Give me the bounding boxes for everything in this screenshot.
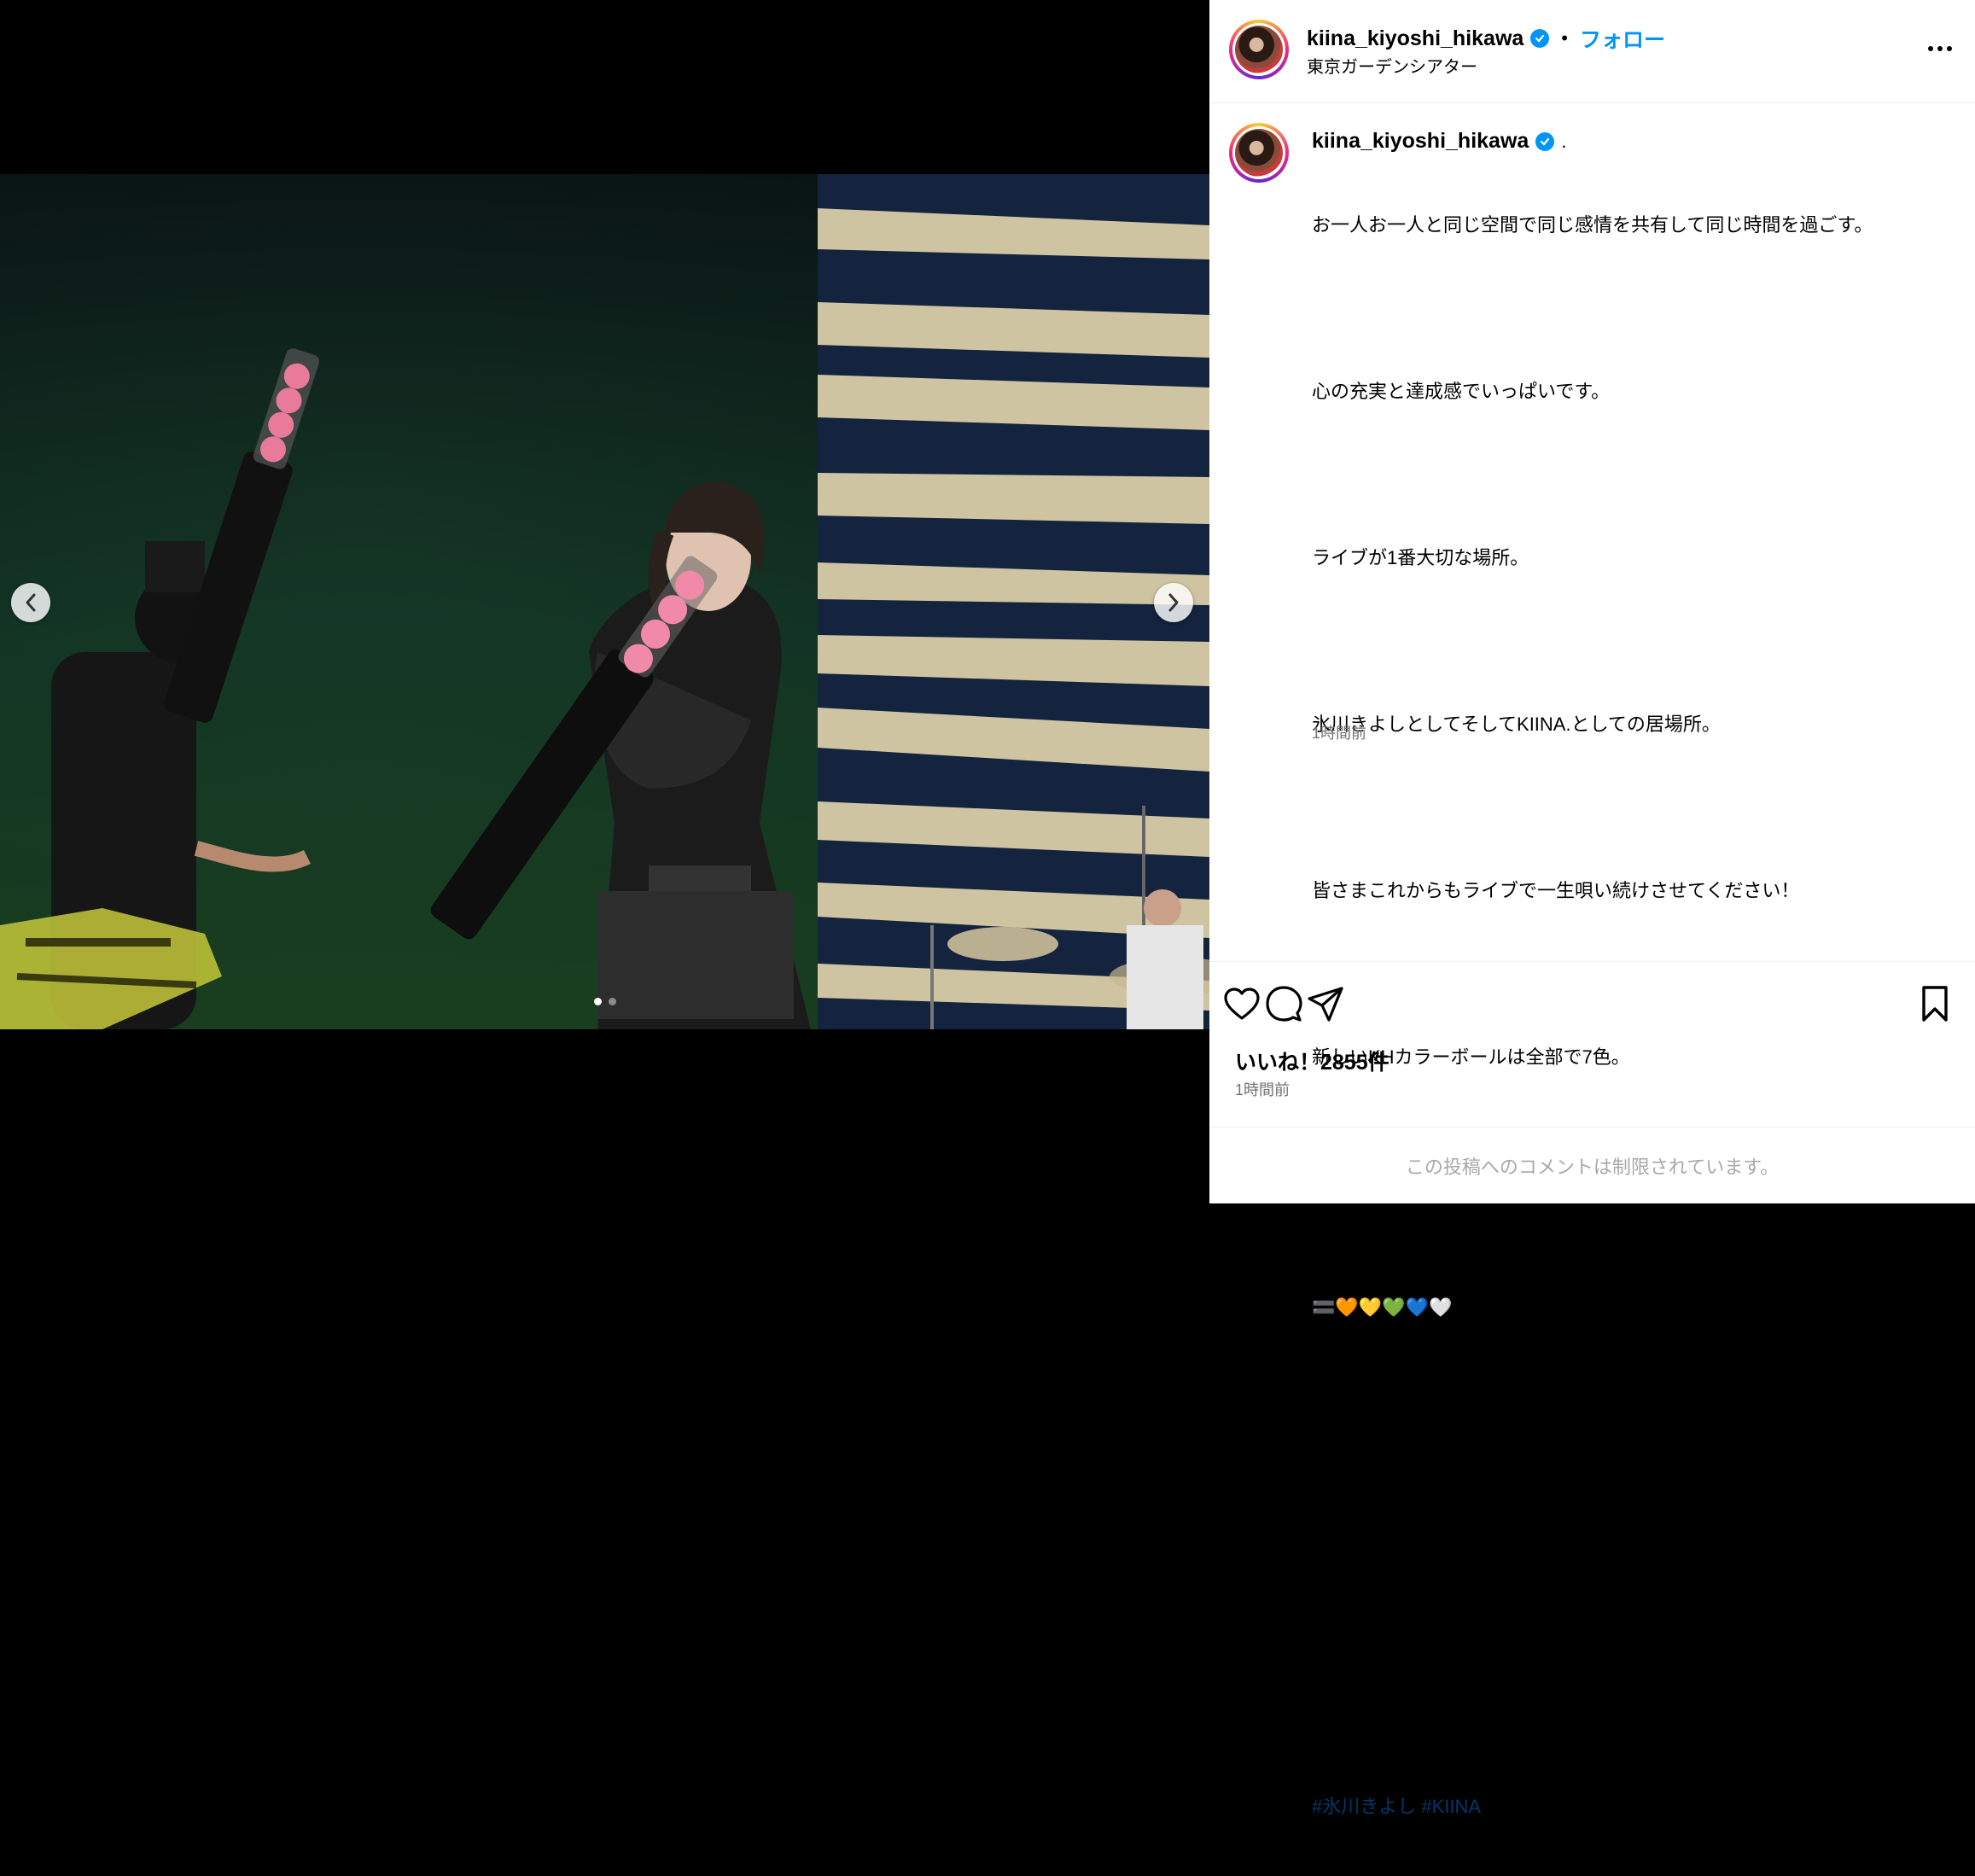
caption-username-link[interactable]: kiina_kiyoshi_hikawa [1312,129,1529,154]
save-button[interactable] [1914,983,1955,1024]
caption-line: 心の充実と達成感でいっぱいです。 [1312,381,1611,402]
comments-restricted-notice: この投稿へのコメントは制限されています。 [1209,1127,1975,1204]
post-media [0,0,1209,1203]
heart-icon [1224,988,1260,1020]
caption-emoji-line: 🟰🧡💛💚💙🤍 [1312,1296,1453,1318]
chevron-right-icon [1168,593,1179,612]
post-header: kiina_kiyoshi_hikawa • フォロー 東京ガーデンシアター [1209,0,1975,103]
carousel-indicator [0,998,1209,1005]
avatar-image [1235,26,1283,73]
action-bar: いいね！2855件 1時間前 [1209,961,1975,1127]
carousel-prev-button[interactable] [11,583,50,622]
bookmark-icon [1922,986,1948,1022]
more-options-button[interactable] [1923,36,1957,61]
concert-photo [0,174,1209,1029]
caption-avatar[interactable] [1229,123,1289,183]
caption-line: 次は明治座で飛ばすかもです！❤ [1312,1213,1590,1234]
more-horizontal-icon [1928,46,1933,51]
caption-line: KIINA. [1312,1462,1366,1484]
comment-button[interactable] [1263,983,1304,1024]
post-side-panel: kiina_kiyoshi_hikawa • フォロー 東京ガーデンシアター k… [1209,0,1975,1817]
caption-user-line: kiina_kiyoshi_hikawa . [1312,129,1566,154]
follow-button[interactable]: フォロー [1580,23,1665,54]
verified-badge-icon [1535,131,1555,151]
caption-line: お一人お一人と同じ空間で同じ感情を共有して同じ時間を過ごす。 [1312,214,1873,236]
carousel-dot [608,998,616,1005]
carousel-next-button[interactable] [1154,583,1193,622]
caption-section: kiina_kiyoshi_hikawa . お一人お一人と同じ空間で同じ感情を… [1209,103,1975,1817]
verified-badge-icon [1530,29,1550,48]
chevron-left-icon [26,593,36,612]
header-user-line: kiina_kiyoshi_hikawa • フォロー [1307,23,1665,54]
caption-timestamp: 1時間前 [1312,725,1367,742]
hashtag-link[interactable]: #氷川きよし [1312,1796,1416,1817]
comment-bubble-icon [1266,986,1302,1022]
like-count[interactable]: いいね！2855件 [1235,1046,1389,1076]
caption-line: 皆さまこれからもライブで一生唄い続けさせてください！ [1312,880,1800,901]
share-button[interactable] [1305,983,1346,1024]
caption-first-text: . [1561,130,1567,152]
send-paper-plane-icon [1308,987,1343,1022]
concert-photo-illustration [0,174,1209,1029]
post-timestamp: 1時間前 [1235,1081,1290,1098]
caption-line: photo by 西槇太一 [1312,1628,1465,1651]
location-link[interactable]: 東京ガーデンシアター [1307,53,1477,78]
hashtag-link[interactable]: #KIINA [1421,1796,1481,1817]
caption-line: 氷川きよしとしてそしてKIINA.としての居場所。 [1312,714,1721,735]
separator-dot: • [1561,27,1568,49]
hashtag-line: #氷川きよし #KIINA. [1312,1795,1487,1817]
username-link[interactable]: kiina_kiyoshi_hikawa [1307,26,1523,51]
carousel-dot [593,998,602,1005]
caption-line: ライブが1番大切な場所。 [1312,547,1529,568]
like-button[interactable] [1221,983,1262,1024]
avatar[interactable] [1229,20,1289,79]
